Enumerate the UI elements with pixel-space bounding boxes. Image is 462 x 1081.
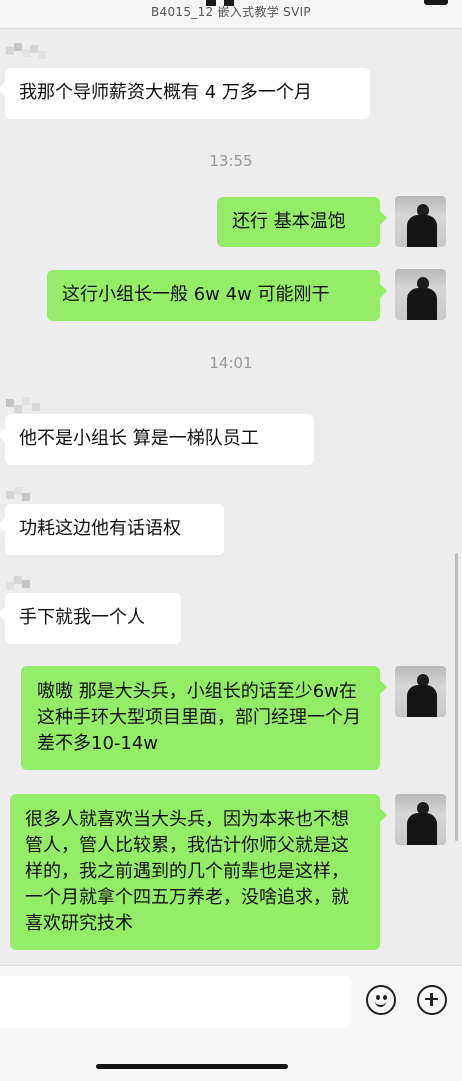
timestamp: 14:01 <box>209 354 253 372</box>
avatar-figure-body <box>407 813 437 845</box>
chat-message-list[interactable]: 我那个导师薪资大概有 4 万多一个月 13:55 还行 基本温饱 这行小组长一般… <box>0 28 462 965</box>
my-avatar[interactable] <box>395 196 446 247</box>
avatar-figure-body <box>407 288 437 320</box>
message-bubble-incoming[interactable]: 我那个导师薪资大概有 4 万多一个月 <box>0 68 370 119</box>
scrollbar[interactable] <box>455 553 458 841</box>
my-avatar[interactable] <box>395 666 446 717</box>
input-bar <box>0 965 462 1081</box>
chat-title: B4015_12 嵌入式教学 SVIP <box>151 5 311 19</box>
message-bubble-incoming[interactable]: 手下就我一个人 <box>0 593 181 644</box>
timestamp: 13:55 <box>209 152 253 170</box>
my-avatar[interactable] <box>395 794 446 845</box>
home-indicator[interactable] <box>96 1064 288 1069</box>
message-bubble-outgoing[interactable]: 还行 基本温饱 <box>217 197 387 247</box>
message-input[interactable] <box>0 976 351 1028</box>
message-bubble-outgoing[interactable]: 这行小组长一般 6w 4w 可能刚干 <box>47 270 387 321</box>
message-bubble-outgoing[interactable]: 嗷嗷 那是大头兵，小组长的话至少6w在这种手环大型项目里面，部门经理一个月差不多… <box>21 666 387 770</box>
avatar-figure-body <box>407 685 437 717</box>
message-bubble-incoming[interactable]: 他不是小组长 算是一梯队员工 <box>0 414 314 465</box>
my-avatar[interactable] <box>395 269 446 320</box>
plus-vertical <box>430 992 433 1006</box>
title-bar: B4015_12 嵌入式教学 SVIP <box>0 0 462 29</box>
emoji-icon[interactable] <box>366 985 396 1015</box>
emoji-mouth <box>375 998 386 1007</box>
sender-avatar-blurred[interactable] <box>6 43 48 63</box>
avatar-figure-body <box>407 215 437 247</box>
plus-circle-icon[interactable] <box>417 985 447 1015</box>
message-bubble-outgoing[interactable]: 很多人就喜欢当大头兵，因为本来也不想管人，管人比较累，我估计你师父就是这样的，我… <box>10 794 387 950</box>
message-bubble-incoming[interactable]: 功耗这边他有话语权 <box>0 504 224 555</box>
